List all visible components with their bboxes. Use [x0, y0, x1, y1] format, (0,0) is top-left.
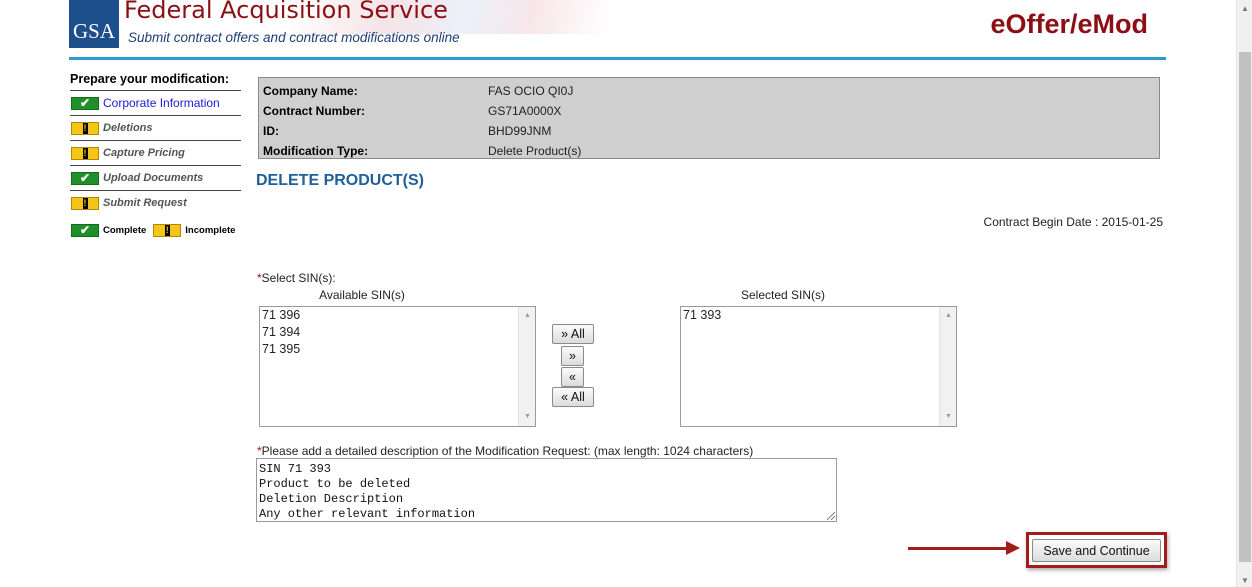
sin-option[interactable]: 71 393 — [683, 307, 938, 324]
description-label-text: Please add a detailed description of the… — [261, 444, 754, 458]
scrollbar-thumb[interactable] — [1239, 52, 1251, 562]
scroll-down-icon[interactable]: ▼ — [1237, 576, 1252, 585]
annotation-arrow-head-icon — [1006, 541, 1020, 555]
contract-number-value: GS71A0000X — [488, 104, 562, 118]
step-capture-pricing[interactable]: ! Capture Pricing — [70, 140, 241, 165]
contract-info-panel: Company Name: FAS OCIO QI0J Contract Num… — [258, 77, 1160, 159]
sin-option[interactable]: 71 396 — [262, 307, 517, 324]
incomplete-warning-icon: ! — [71, 196, 99, 210]
step-submit-request[interactable]: ! Submit Request — [70, 190, 241, 215]
resize-handle-icon[interactable] — [827, 512, 835, 520]
incomplete-warning-icon: ! — [71, 146, 99, 160]
info-row-contract: Contract Number: GS71A0000X — [263, 101, 1155, 121]
sidebar-title: Prepare your modification: — [70, 72, 230, 86]
scroll-up-icon[interactable]: ▲ — [1237, 4, 1252, 13]
move-right-button[interactable]: » — [561, 346, 584, 366]
listbox-scrollbar[interactable]: ▲ ▼ — [518, 307, 535, 426]
sin-option[interactable]: 71 394 — [262, 324, 517, 341]
gsa-logo: GSA — [69, 0, 119, 48]
complete-check-icon: ✔ — [71, 96, 99, 110]
listbox-options: 71 396 71 394 71 395 — [262, 307, 517, 358]
info-label: Contract Number: — [263, 104, 366, 118]
incomplete-warning-icon: ! — [153, 223, 182, 237]
scroll-up-icon[interactable]: ▲ — [519, 309, 536, 323]
description-label: *Please add a detailed description of th… — [257, 444, 753, 458]
contract-begin-date: Contract Begin Date : 2015-01-25 — [983, 215, 1163, 229]
app-brand: eOffer/eMod — [990, 9, 1148, 39]
complete-check-icon: ✔ — [71, 223, 99, 237]
selected-sins-heading: Selected SIN(s) — [740, 288, 826, 302]
step-label: Submit Request — [103, 197, 187, 209]
step-deletions[interactable]: ! Deletions — [70, 115, 241, 140]
sin-option[interactable]: 71 395 — [262, 341, 517, 358]
header-divider — [69, 57, 1166, 60]
move-left-button[interactable]: « — [561, 367, 584, 387]
step-label: Capture Pricing — [103, 147, 185, 159]
scroll-up-icon[interactable]: ▲ — [940, 309, 957, 323]
scroll-down-icon[interactable]: ▼ — [519, 410, 536, 424]
info-label: ID: — [263, 124, 279, 138]
annotation-arrow — [908, 547, 1008, 550]
id-value: BHD99JNM — [488, 124, 552, 138]
info-label: Company Name: — [263, 84, 358, 98]
legend-complete-label: Complete — [103, 224, 147, 236]
step-label: Upload Documents — [103, 172, 204, 184]
sin-select-label: *Select SIN(s): — [257, 271, 336, 285]
step-upload-documents[interactable]: ✔ Upload Documents — [70, 165, 241, 190]
move-all-right-button[interactable]: » All — [552, 324, 594, 344]
modification-type-value: Delete Product(s) — [488, 144, 582, 158]
listbox-options: 71 393 — [683, 307, 938, 324]
info-label: Modification Type: — [263, 144, 369, 158]
info-row-company: Company Name: FAS OCIO QI0J — [263, 81, 1155, 101]
incomplete-warning-icon: ! — [71, 121, 99, 135]
status-legend: ✔ Complete ! Incomplete — [70, 215, 241, 245]
step-label[interactable]: Corporate Information — [103, 96, 220, 110]
step-corporate-information[interactable]: ✔ Corporate Information — [70, 90, 241, 115]
progress-sidebar: Prepare your modification: ✔ Corporate I… — [70, 71, 241, 245]
description-text: SIN 71 393 Product to be deleted Deletio… — [259, 462, 476, 521]
section-title: DELETE PRODUCT(S) — [256, 172, 424, 189]
info-row-modtype: Modification Type: Delete Product(s) — [263, 141, 1155, 161]
page-header: GSA Federal Acquisition Service Submit c… — [0, 0, 1236, 62]
company-name-value: FAS OCIO QI0J — [488, 84, 574, 98]
listbox-scrollbar[interactable]: ▲ ▼ — [939, 307, 956, 426]
description-textarea[interactable]: SIN 71 393 Product to be deleted Deletio… — [256, 458, 837, 522]
move-all-left-button[interactable]: « All — [552, 387, 594, 407]
legend-incomplete-label: Incomplete — [185, 224, 236, 236]
sin-label-text: Select SIN(s): — [261, 271, 336, 285]
save-and-continue-button[interactable]: Save and Continue — [1032, 539, 1161, 562]
selected-sins-listbox[interactable]: 71 393 ▲ ▼ — [680, 306, 957, 427]
page-scrollbar[interactable]: ▲ ▼ — [1236, 0, 1252, 587]
service-title: Federal Acquisition Service — [124, 0, 448, 24]
step-label: Deletions — [103, 122, 153, 134]
available-sins-listbox[interactable]: 71 396 71 394 71 395 ▲ ▼ — [259, 306, 536, 427]
service-tagline: Submit contract offers and contract modi… — [128, 30, 460, 45]
scroll-down-icon[interactable]: ▼ — [940, 410, 957, 424]
info-row-id: ID: BHD99JNM — [263, 121, 1155, 141]
complete-check-icon: ✔ — [71, 171, 99, 185]
available-sins-heading: Available SIN(s) — [319, 288, 405, 302]
